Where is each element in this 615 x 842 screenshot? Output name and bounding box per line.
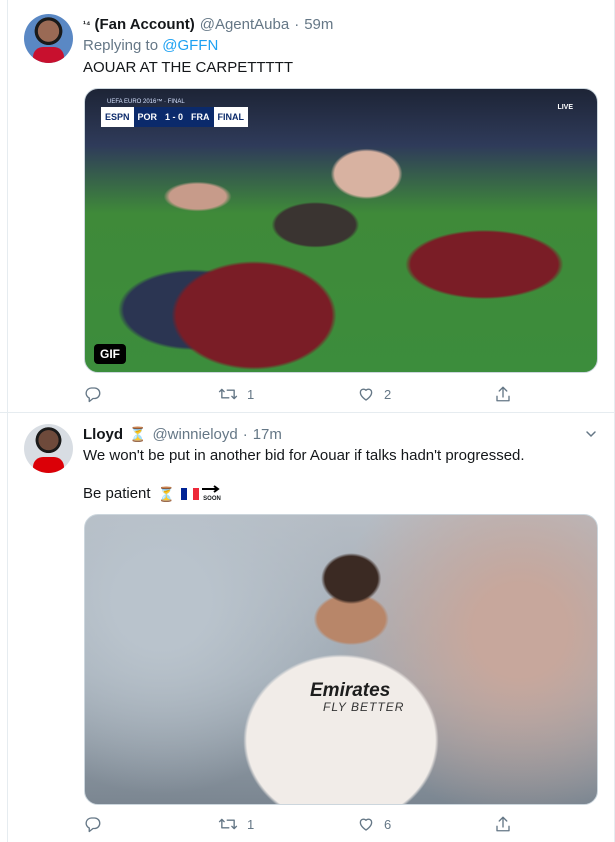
match-stage: FINAL: [213, 107, 249, 127]
timestamp[interactable]: 17m: [253, 426, 282, 443]
reply-button[interactable]: [84, 385, 102, 403]
retweet-icon: [218, 818, 238, 830]
score: 1 - 0: [165, 112, 184, 122]
reply-context: Replying to @GFFN: [83, 37, 218, 54]
tweet-actions: 1 6: [84, 815, 524, 833]
like-count: 2: [384, 386, 392, 402]
share-icon: [496, 386, 510, 402]
like-button[interactable]: 2: [357, 385, 391, 403]
tweet-text-line: We won't be put in another bid for Aouar…: [83, 447, 525, 464]
display-name[interactable]: Lloyd: [83, 426, 123, 443]
share-icon: [496, 816, 510, 832]
gif-badge: GIF: [94, 344, 126, 364]
away-team: FRA: [191, 112, 210, 122]
tweet-gif[interactable]: UEFA EURO 2016™ · FINAL ESPN POR 1 - 0 F…: [84, 88, 598, 373]
tweet-actions: 1 2: [84, 385, 524, 403]
reply-icon: [85, 817, 101, 833]
like-button[interactable]: 6: [357, 815, 391, 833]
tweet-header: ¹⁴ (Fan Account) @AgentAuba · 59m: [83, 14, 333, 34]
display-name[interactable]: (Fan Account): [94, 16, 194, 33]
retweet-button[interactable]: 1: [218, 815, 254, 833]
tweet-photo[interactable]: Emirates FLY BETTER: [84, 514, 598, 805]
separator-dot: ·: [242, 425, 248, 443]
heart-icon: [359, 818, 373, 831]
tweet-header: Lloyd ⏳ @winnieloyd · 17m: [83, 424, 282, 444]
hourglass-emoji-icon: ⏳: [129, 425, 147, 442]
soon-arrow-icon: SOON: [202, 485, 222, 503]
like-count: 6: [384, 816, 392, 832]
retweet-count: 1: [247, 816, 255, 832]
soon-label: SOON: [203, 496, 221, 502]
heart-icon: [359, 388, 373, 401]
shirt-sponsor-text: Emirates: [310, 680, 391, 701]
tweet[interactable]: ¹⁴ (Fan Account) @AgentAuba · 59m Replyi…: [0, 0, 615, 413]
live-label: LIVE: [557, 104, 573, 111]
retweet-icon: [218, 388, 238, 400]
divider: [7, 413, 8, 842]
divider: [7, 0, 8, 412]
reply-label: Replying to: [83, 37, 159, 54]
share-button[interactable]: [494, 385, 512, 403]
reply-icon: [85, 387, 101, 403]
hourglass-emoji-icon: ⏳: [157, 486, 175, 502]
scoreboard-competition: UEFA EURO 2016™ · FINAL: [107, 99, 185, 105]
france-flag-icon: [181, 488, 199, 500]
tweet-text: Be patient: [83, 485, 151, 502]
avatar[interactable]: [24, 424, 73, 473]
tweet-text: AOUAR AT THE CARPETTTTT: [83, 59, 294, 76]
reply-button[interactable]: [84, 815, 102, 833]
tweet-text-line: Be patient ⏳ SOON: [83, 484, 222, 504]
timestamp[interactable]: 59m: [304, 16, 333, 33]
retweet-count: 1: [247, 386, 255, 402]
broadcaster-logo: ESPN: [101, 107, 134, 127]
shirt-sponsor-sub: FLY BETTER: [323, 700, 405, 714]
chevron-down-icon[interactable]: [585, 428, 597, 440]
share-button[interactable]: [494, 815, 512, 833]
name-prefix: ¹⁴: [83, 19, 91, 29]
username[interactable]: @winnieloyd: [152, 426, 237, 443]
retweet-button[interactable]: 1: [218, 385, 254, 403]
tweet[interactable]: Lloyd ⏳ @winnieloyd · 17m We won't be pu…: [0, 413, 615, 842]
username[interactable]: @AgentAuba: [200, 16, 289, 33]
avatar[interactable]: [24, 14, 73, 63]
scoreboard: ESPN POR 1 - 0 FRA FINAL: [101, 107, 249, 127]
reply-to-link[interactable]: @GFFN: [162, 37, 218, 54]
separator-dot: ·: [294, 15, 300, 33]
home-team: POR: [137, 112, 158, 122]
